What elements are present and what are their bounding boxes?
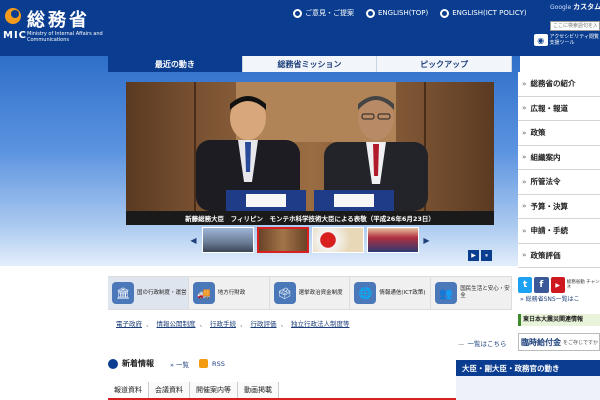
rss-link[interactable]: RSS — [212, 360, 225, 368]
circle-bullet-icon — [366, 8, 375, 18]
policy-categories: 🏛 国の行政制度・運営 🚚 地方行財政 🗳 選挙政治資金制度 🌐 情報通信(IC… — [108, 276, 512, 310]
org-subtitle: Ministry of Internal Affairs and Communi… — [27, 31, 103, 43]
sidebar-item-laws[interactable]: » 所管法令 — [518, 170, 600, 195]
slide-caption: 新藤総務大臣 フィリピン モンテホ科学技術大臣による表敬（平成26年6月23日） — [126, 211, 494, 225]
tab-meetings[interactable]: 会議資料 — [149, 382, 190, 398]
mic-acronym: MIC — [3, 30, 28, 41]
earthquake-info-banner[interactable]: 東日本大震災関連情報 — [518, 314, 600, 326]
truck-icon: 🚚 — [192, 282, 215, 304]
rss-icon[interactable] — [199, 359, 209, 368]
link-procedures[interactable]: 行政手続 — [210, 318, 236, 328]
globe-icon: 🌐 — [354, 282, 377, 304]
facebook-icon[interactable]: f — [534, 277, 549, 293]
to-list-link[interactable]: — 一覧はこちら — [458, 338, 507, 348]
news-tabs: 報道資料 会議資料 開催案内等 動画掲載 — [108, 382, 512, 400]
play-icon[interactable]: ▶ — [468, 250, 479, 261]
benefit-banner[interactable]: 臨時給付金 をご存じですか — [518, 333, 600, 351]
tab-mission[interactable]: 総務省ミッション — [242, 56, 378, 72]
hero-tabs: 最近の動き 総務省ミッション ピックアップ — [108, 56, 513, 72]
category-safety[interactable]: 👥 国民生活と安心・安全 — [431, 277, 512, 309]
sidebar-item-organization[interactable]: » 組織案内 — [518, 145, 600, 170]
people-icon: 👥 — [435, 282, 458, 304]
tab-recent[interactable]: 最近の動き — [108, 56, 243, 72]
accessibility-tool-button[interactable]: ◉ アクセシビリティ閲覧支援ツール — [534, 34, 600, 46]
signed-documents — [226, 190, 394, 211]
search-input[interactable] — [550, 21, 600, 31]
prev-arrow-icon[interactable]: ◀ — [189, 236, 199, 245]
chevron-right-icon: » — [522, 226, 527, 235]
social-icons: t f ▶ 総務省動 チャンネ — [518, 275, 600, 295]
news-list-link[interactable]: » 一覧 — [170, 359, 189, 369]
sidebar-nav: » 総務省の紹介 » 広報・報道 » 政策 » 組織案内 » 所管法令 » 予算・決算 » 申… — [518, 72, 600, 268]
link-disclosure[interactable]: 情報公開制度 — [157, 318, 196, 328]
search-label: Google カスタム — [550, 3, 600, 11]
chevron-right-icon: » — [522, 79, 527, 88]
top-links: ご意見・ご提案 ENGLISH(TOP) ENGLISH(ICT POLICY) — [293, 8, 527, 18]
thumbnail[interactable] — [366, 227, 419, 253]
accessibility-label: アクセシビリティ閲覧支援ツール — [549, 34, 599, 46]
tab-videos[interactable]: 動画掲載 — [238, 382, 279, 398]
minister-activity-panel — [456, 376, 600, 400]
link-evaluation[interactable]: 行政評価 — [251, 318, 277, 328]
news-title: 新着情報 — [122, 359, 154, 368]
next-arrow-icon[interactable]: ▶ — [422, 236, 432, 245]
sidebar-item-policy[interactable]: » 政策 — [518, 121, 600, 146]
circle-bullet-icon — [293, 8, 302, 18]
sns-list-link[interactable]: » 総務省SNS一覧はこ — [520, 294, 580, 303]
tab-events[interactable]: 開催案内等 — [190, 382, 238, 398]
top-link-english-top[interactable]: ENGLISH(TOP) — [366, 8, 428, 18]
chevron-right-icon: » — [522, 202, 527, 211]
chevron-right-icon: » — [522, 177, 527, 186]
circle-bullet-icon — [440, 8, 450, 18]
thumbnail[interactable] — [311, 227, 364, 253]
chevron-right-icon: » — [522, 153, 527, 162]
tab-pickup[interactable]: ピックアップ — [377, 56, 513, 72]
slide-thumbnails: ◀ ▶ — [126, 225, 494, 255]
building-icon: 🏛 — [112, 282, 134, 304]
thumbnail[interactable] — [201, 227, 254, 253]
accessibility-icon: ◉ — [534, 34, 548, 46]
sidebar-item-procedures[interactable]: » 申請・手続 — [518, 219, 600, 244]
category-ict[interactable]: 🌐 情報通信(ICT政策) — [350, 277, 432, 309]
circle-bullet-icon — [108, 358, 118, 369]
youtube-channel-label[interactable]: 総務省動 チャンネ — [567, 280, 600, 290]
minister-activity-header[interactable]: 大臣・副大臣・政務官の動き — [456, 360, 600, 376]
link-independent[interactable]: 独立行政法人制度等 — [291, 318, 350, 328]
policy-links: 電子政府、 情報公開制度、 行政手続、 行政評価、 独立行政法人制度等 — [116, 318, 350, 328]
mic-logo-icon[interactable] — [4, 6, 22, 30]
org-name[interactable]: 総務省 — [27, 6, 90, 32]
category-local-finance[interactable]: 🚚 地方行財政 — [189, 277, 270, 309]
top-link-feedback[interactable]: ご意見・ご提案 — [293, 8, 354, 18]
ballot-icon: 🗳 — [273, 282, 296, 304]
sidebar-item-evaluation[interactable]: » 政策評価 — [518, 243, 600, 268]
category-elections[interactable]: 🗳 選挙政治資金制度 — [270, 277, 351, 309]
search-area: Google カスタム — [550, 2, 600, 31]
pause-icon[interactable]: ⏸ — [481, 250, 492, 261]
site-header: MIC 総務省 Ministry of Internal Affairs and… — [0, 0, 600, 56]
chevron-right-icon: » — [522, 251, 527, 260]
youtube-icon[interactable]: ▶ — [550, 277, 565, 293]
news-header: 新着情報 » 一覧 RSS — [108, 358, 225, 369]
chevron-right-icon: » — [522, 104, 527, 113]
sidebar-item-budget[interactable]: » 予算・決算 — [518, 194, 600, 219]
link-egov[interactable]: 電子政府 — [116, 318, 142, 328]
twitter-icon[interactable]: t — [518, 277, 533, 293]
thumbnail-active[interactable] — [256, 227, 309, 253]
slide-photo[interactable] — [126, 82, 494, 211]
tab-press[interactable]: 報道資料 — [108, 382, 149, 398]
sidebar-item-about[interactable]: » 総務省の紹介 — [518, 72, 600, 97]
chevron-right-icon: » — [522, 128, 527, 137]
category-admin[interactable]: 🏛 国の行政制度・運営 — [108, 277, 189, 309]
wall-panel — [126, 82, 196, 211]
top-link-english-ict[interactable]: ENGLISH(ICT POLICY) — [440, 8, 527, 18]
sidebar-item-pr[interactable]: » 広報・報道 — [518, 96, 600, 121]
slideshow: 新藤総務大臣 フィリピン モンテホ科学技術大臣による表敬（平成26年6月23日）… — [126, 82, 494, 267]
